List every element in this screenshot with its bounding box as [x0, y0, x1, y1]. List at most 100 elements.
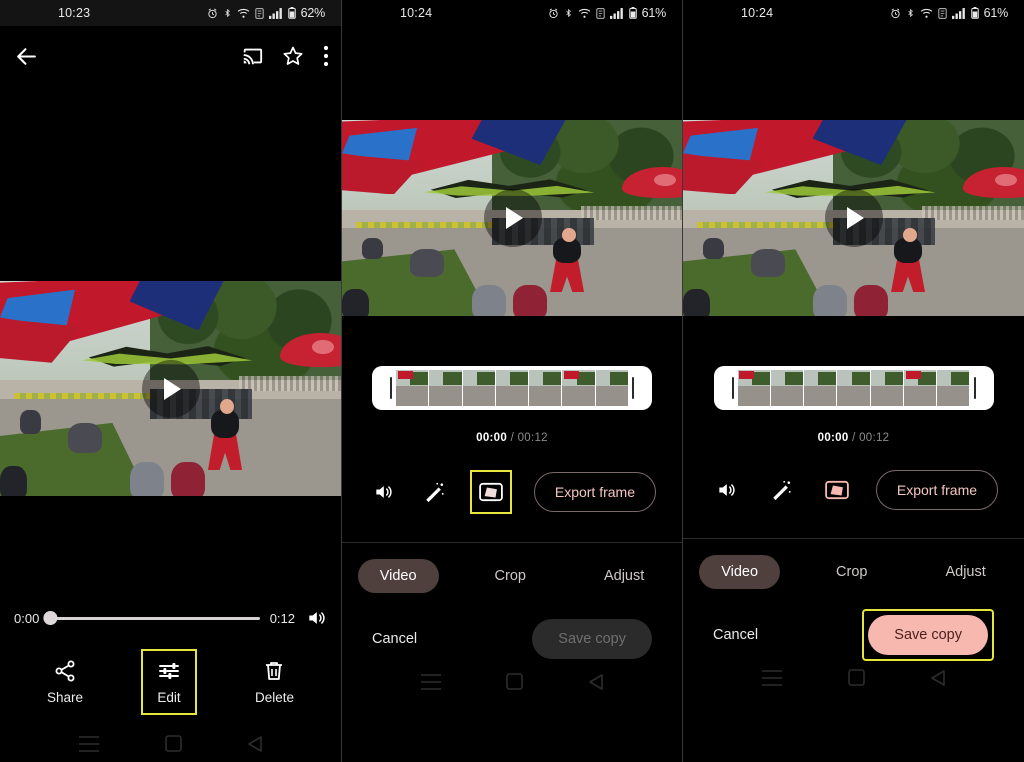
- tab-adjust[interactable]: Adjust: [582, 559, 666, 593]
- edit-button[interactable]: Edit: [140, 649, 197, 715]
- back-icon[interactable]: [248, 735, 262, 752]
- bluetooth-icon: [565, 8, 571, 18]
- home-icon[interactable]: [848, 669, 865, 686]
- save-copy-button[interactable]: Save copy: [532, 619, 652, 659]
- battery-icon: [287, 7, 296, 19]
- home-icon[interactable]: [165, 735, 182, 752]
- play-button[interactable]: [141, 359, 200, 418]
- player-top-bar: [0, 26, 341, 88]
- play-button[interactable]: [824, 189, 883, 247]
- status-time: 10:24: [400, 6, 433, 20]
- delete-button[interactable]: Delete: [239, 649, 310, 715]
- tab-crop[interactable]: Crop: [814, 555, 889, 589]
- video-preview[interactable]: [683, 120, 1024, 316]
- enhance-icon[interactable]: [765, 473, 799, 507]
- trim-current-time: 00:00: [817, 432, 849, 444]
- filmstrip-frame: [804, 370, 837, 406]
- stabilize-icon[interactable]: [470, 470, 512, 514]
- seek-slider[interactable]: [43, 611, 260, 625]
- save-copy-highlight: Save copy: [862, 609, 994, 661]
- signal-icon: [268, 7, 282, 19]
- star-icon[interactable]: [281, 44, 305, 68]
- recents-icon[interactable]: [79, 735, 99, 752]
- filmstrip-frame: [737, 370, 770, 406]
- filmstrip-frame: [595, 370, 628, 406]
- trim-bar[interactable]: [372, 366, 652, 410]
- trim-bar-wrap: [683, 366, 1024, 410]
- cancel-button[interactable]: Cancel: [372, 631, 417, 647]
- trim-handle-start[interactable]: [727, 370, 738, 406]
- filmstrip-frame: [529, 370, 562, 406]
- filmstrip-frame: [462, 370, 495, 406]
- back-icon[interactable]: [931, 669, 945, 686]
- signal-icon: [951, 7, 965, 19]
- vpn-icon: [937, 7, 947, 19]
- android-nav-bar: [342, 663, 682, 700]
- volume-icon[interactable]: [368, 475, 397, 509]
- export-frame-button[interactable]: Export frame: [875, 470, 999, 510]
- filmstrip-frame: [770, 370, 804, 406]
- status-time: 10:23: [58, 6, 91, 20]
- vpn-icon: [595, 7, 605, 19]
- tab-adjust[interactable]: Adjust: [923, 555, 1007, 589]
- video-preview[interactable]: [342, 120, 682, 316]
- trim-bar[interactable]: [713, 366, 994, 410]
- current-time-label: 0:00: [14, 610, 40, 626]
- tab-video[interactable]: Video: [699, 555, 781, 589]
- status-bar: 10:24 61%: [683, 0, 1024, 26]
- status-icons: 61%: [548, 6, 666, 20]
- cast-icon[interactable]: [241, 45, 263, 67]
- cancel-button[interactable]: Cancel: [713, 627, 758, 643]
- trim-handle-start[interactable]: [386, 370, 396, 406]
- filmstrip-frame: [870, 370, 903, 406]
- volume-icon[interactable]: [709, 473, 743, 507]
- edit-label: Edit: [157, 690, 181, 705]
- battery-icon: [970, 7, 979, 19]
- editor-tabs: Video Crop Adjust: [683, 539, 1024, 603]
- tab-crop[interactable]: Crop: [473, 559, 548, 593]
- stabilize-icon[interactable]: [820, 473, 854, 507]
- recents-icon[interactable]: [762, 669, 782, 686]
- delete-label: Delete: [254, 690, 294, 705]
- bluetooth-icon: [907, 8, 913, 18]
- seek-row: 0:00 0:12: [0, 595, 341, 641]
- trim-time-row: 00:00 / 00:12: [342, 432, 682, 444]
- alarm-icon: [207, 8, 217, 18]
- save-copy-button[interactable]: Save copy: [868, 615, 988, 655]
- trim-total-time: 00:12: [517, 432, 548, 444]
- share-icon: [55, 660, 75, 682]
- wifi-icon: [920, 8, 932, 18]
- back-arrow-icon[interactable]: [14, 44, 39, 69]
- status-time: 10:24: [741, 6, 774, 20]
- editor-footer: Cancel Save copy: [683, 603, 1024, 661]
- filmstrip-frame: [562, 370, 595, 406]
- panel-editor-after: 10:24 61% 00:00 / 00:12 Export frame Vid…: [682, 0, 1024, 762]
- play-button[interactable]: [483, 189, 542, 247]
- filmstrip[interactable]: [396, 370, 628, 406]
- trim-handle-end[interactable]: [969, 370, 980, 406]
- status-icons: 62%: [207, 6, 325, 20]
- wifi-icon: [237, 8, 249, 18]
- seek-thumb[interactable]: [43, 611, 58, 625]
- tab-video[interactable]: Video: [357, 559, 439, 593]
- home-icon[interactable]: [506, 673, 524, 690]
- trim-handle-end[interactable]: [628, 370, 638, 406]
- recents-icon[interactable]: [420, 673, 441, 690]
- action-row: Share Edit Delete: [0, 641, 341, 725]
- video-preview[interactable]: [0, 281, 341, 496]
- volume-icon[interactable]: [305, 608, 327, 628]
- trash-icon: [266, 662, 283, 680]
- battery-percent: 61%: [983, 6, 1009, 20]
- share-button[interactable]: Share: [31, 649, 99, 715]
- tune-icon: [159, 663, 179, 679]
- back-icon[interactable]: [589, 673, 603, 690]
- filmstrip-frame: [937, 370, 970, 406]
- filmstrip[interactable]: [737, 370, 970, 406]
- trim-separator: /: [852, 432, 856, 444]
- export-frame-button[interactable]: Export frame: [533, 472, 656, 512]
- more-options-icon[interactable]: [323, 45, 329, 67]
- trim-separator: /: [510, 432, 515, 444]
- enhance-icon[interactable]: [419, 475, 448, 509]
- trim-bar-wrap: [342, 366, 682, 410]
- filmstrip-frame: [396, 370, 429, 406]
